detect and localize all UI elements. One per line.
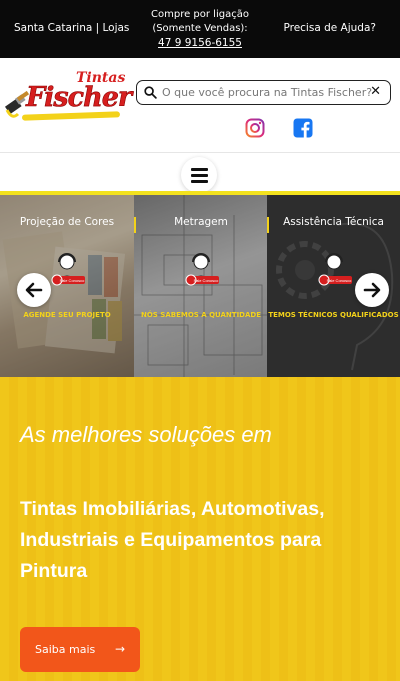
carousel-prev-button[interactable] bbox=[17, 273, 51, 307]
hamburger-icon[interactable] bbox=[181, 157, 217, 193]
main-nav bbox=[0, 152, 400, 196]
services-carousel[interactable]: Projeção de Cores Fale Conosco AGENDE SE… bbox=[0, 195, 400, 377]
support-agent-icon: Fale Conosco bbox=[51, 253, 85, 286]
slide-cta[interactable]: AGENDE SEU PROJETO bbox=[0, 311, 134, 319]
help-link[interactable]: Precisa de Ajuda? bbox=[283, 22, 376, 34]
hero-headline: Tintas Imobiliárias, Automotivas, Indust… bbox=[20, 498, 325, 582]
contact-badge: Fale Conosco bbox=[326, 278, 351, 283]
close-icon[interactable]: ✕ bbox=[370, 84, 381, 99]
search-icon bbox=[144, 86, 157, 99]
phone-sales-info: Compre por ligação (Somente Vendas): 47 … bbox=[138, 8, 262, 50]
top-bar: Santa Catarina | Lojas Compre por ligaçã… bbox=[0, 0, 400, 58]
arrow-left-icon bbox=[25, 282, 43, 298]
search-input[interactable]: O que você procura na Tintas Fischer? bbox=[162, 86, 372, 99]
support-agent-icon: Fale Conosco bbox=[185, 253, 219, 286]
carousel-next-button[interactable] bbox=[355, 273, 389, 307]
learn-more-label: Saiba mais bbox=[35, 643, 96, 656]
contact-badge: Fale Conosco bbox=[60, 278, 85, 283]
arrow-right-icon bbox=[363, 282, 381, 298]
logo-main-word: Fischer bbox=[26, 82, 133, 114]
arrow-right-icon: → bbox=[115, 642, 126, 656]
hero-kicker: As melhores soluções em bbox=[20, 422, 272, 447]
search-bar[interactable]: O que você procura na Tintas Fischer? ✕ bbox=[136, 80, 391, 105]
slide-cta[interactable]: TEMOS TÉCNICOS QUALIFICADOS bbox=[267, 311, 400, 319]
slide-title: Projeção de Cores bbox=[19, 216, 115, 228]
phone-line-2: (Somente Vendas): bbox=[152, 23, 248, 34]
stores-link[interactable]: Santa Catarina | Lojas bbox=[14, 22, 129, 34]
instagram-icon[interactable] bbox=[245, 118, 265, 138]
slide-title: Metragem bbox=[174, 216, 228, 228]
contact-badge: Fale Conosco bbox=[194, 278, 219, 283]
phone-line-1: Compre por ligação bbox=[151, 9, 249, 20]
facebook-icon[interactable] bbox=[293, 118, 313, 138]
site-header: Tintas Fischer O que você procura na Tin… bbox=[0, 58, 400, 152]
hero-section: As melhores soluções em Tintas Imobiliár… bbox=[0, 377, 400, 681]
slide-title: Assistência Técnica bbox=[283, 216, 384, 228]
tintas-fischer-logo[interactable]: Tintas Fischer bbox=[4, 66, 132, 126]
phone-number-link[interactable]: 47 9 9156-6155 bbox=[138, 36, 262, 50]
support-agent-icon: Fale Conosco bbox=[318, 253, 352, 286]
learn-more-button[interactable]: Saiba mais → bbox=[20, 627, 140, 672]
slide-measurement[interactable]: Metragem Fale Conosco NÓS SABEMOS A QUAN… bbox=[134, 195, 268, 377]
slide-cta[interactable]: NÓS SABEMOS A QUANTIDADE bbox=[134, 311, 268, 319]
